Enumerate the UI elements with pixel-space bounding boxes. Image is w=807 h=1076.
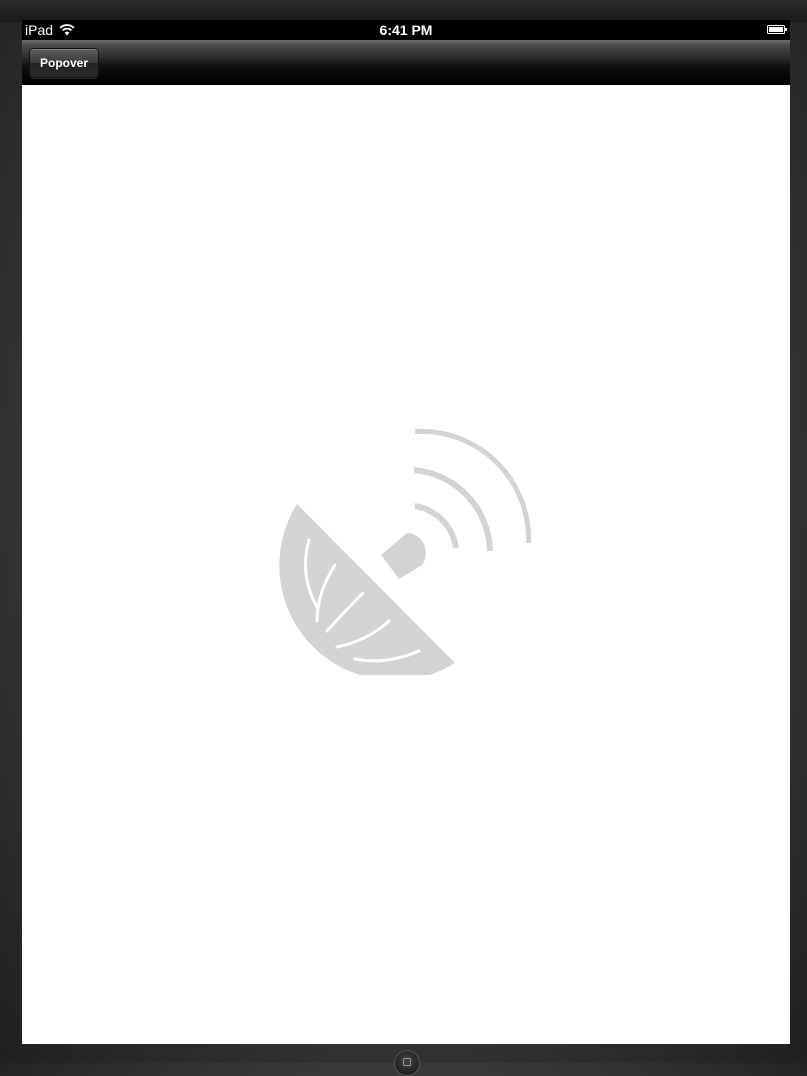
status-time: 6:41 PM bbox=[379, 22, 433, 38]
device-bezel bbox=[0, 0, 807, 22]
home-button[interactable] bbox=[394, 1050, 420, 1076]
navigation-bar: Popover bbox=[22, 40, 790, 85]
device-screen: iPad 6:41 PM Popover bbox=[22, 20, 790, 1044]
home-button-icon bbox=[403, 1058, 411, 1066]
main-content bbox=[22, 85, 790, 1044]
popover-button[interactable]: Popover bbox=[29, 48, 100, 78]
status-bar: iPad 6:41 PM bbox=[22, 20, 790, 40]
battery-icon bbox=[767, 25, 787, 34]
satellite-dish-icon bbox=[279, 428, 532, 675]
